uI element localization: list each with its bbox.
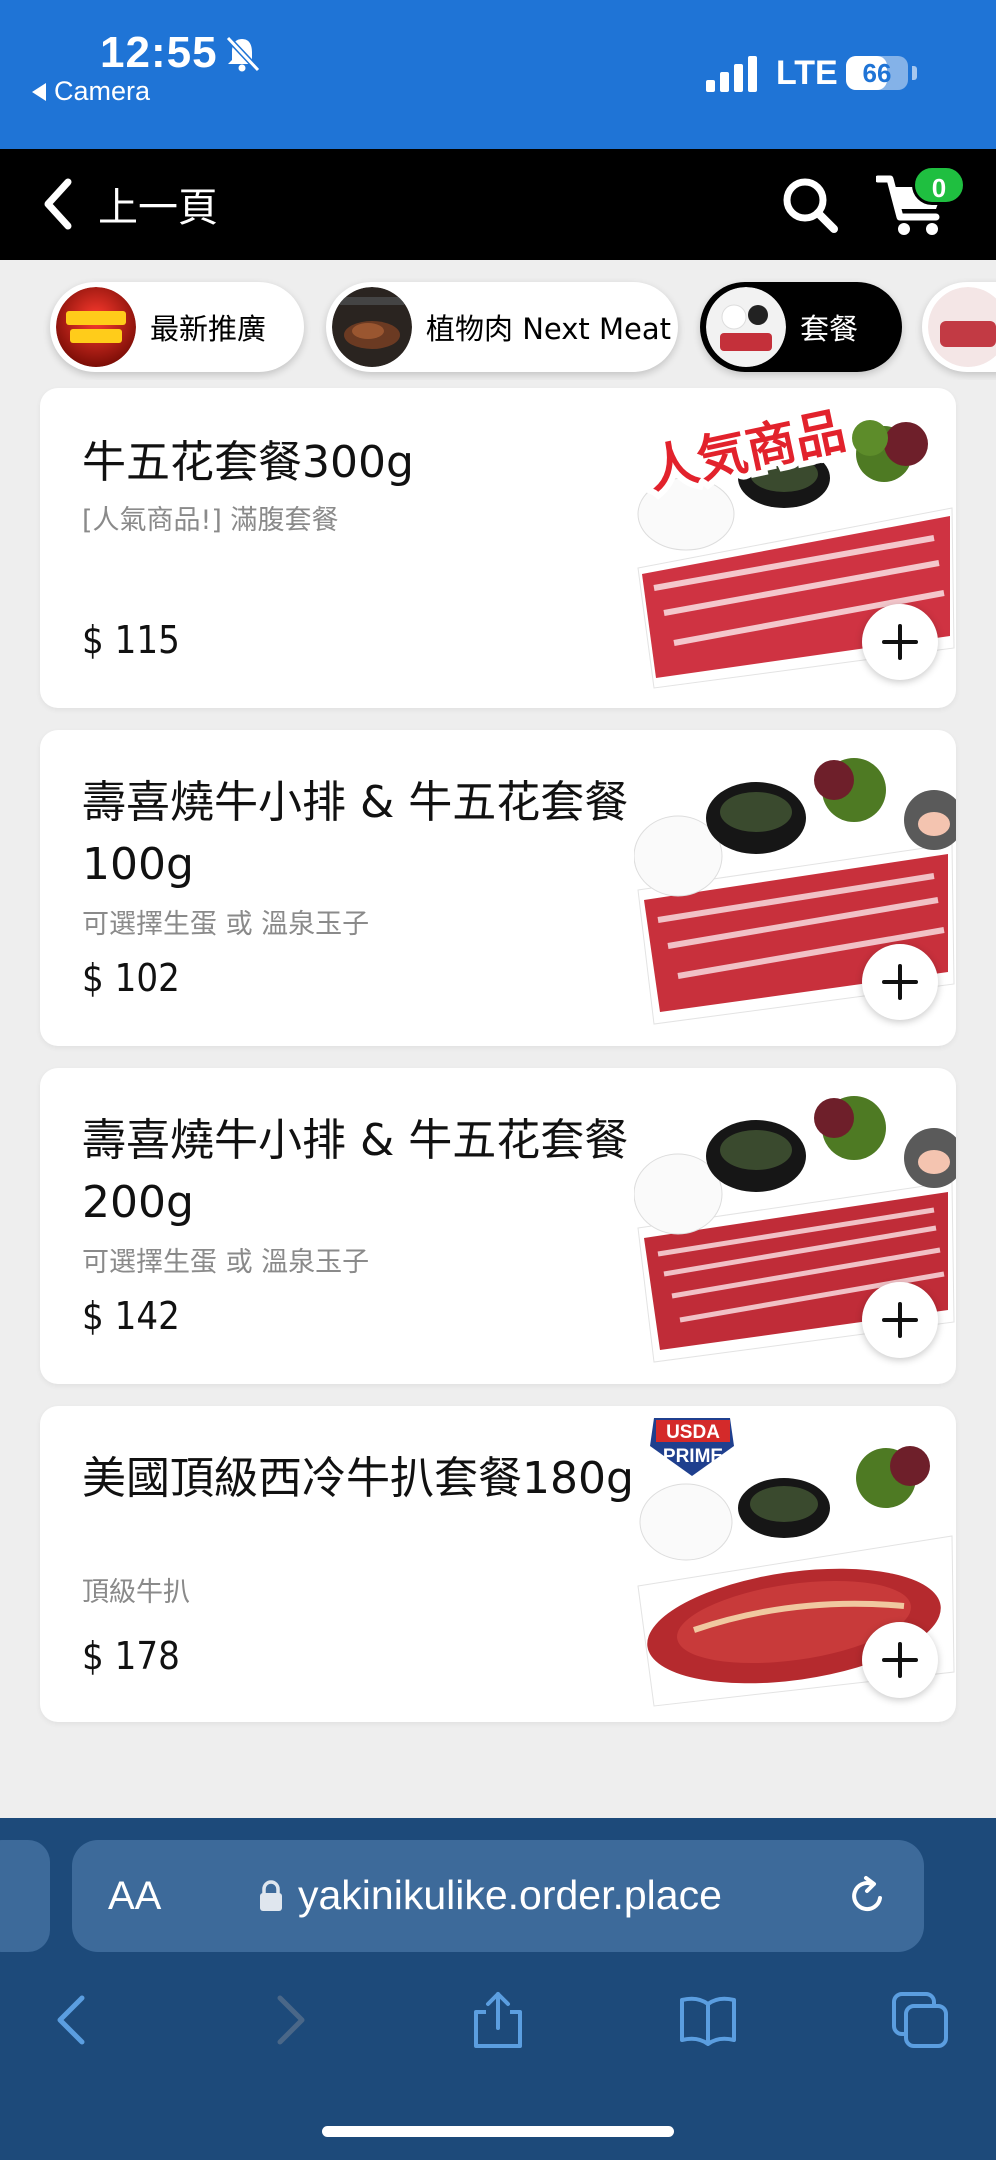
back-button[interactable]: 上一頁 [40, 171, 218, 237]
product-card[interactable]: 壽喜燒牛小排 & 牛五花套餐200g 可選擇生蛋 或 溫泉玉子 $ 142 [40, 1068, 956, 1384]
home-indicator[interactable] [322, 2126, 674, 2137]
search-icon[interactable] [780, 175, 840, 235]
category-label: 套餐 [800, 312, 859, 346]
product-price: $ 178 [82, 1634, 180, 1678]
usda-label: USDA [666, 1422, 720, 1443]
back-label: 上一頁 [98, 185, 218, 231]
product-title: 壽喜燒牛小排 & 牛五花套餐200g [82, 1115, 629, 1228]
add-to-cart-button[interactable] [862, 604, 938, 680]
address-bar[interactable]: AA yakinikulike.order.place [72, 1840, 924, 1952]
product-card[interactable]: 牛五花套餐300g [人氣商品!] 滿腹套餐 $ 115 人気商品 人気商品 [40, 388, 956, 708]
product-description: 可選擇生蛋 或 溫泉玉子 [82, 1247, 370, 1278]
bell-muted-icon [225, 35, 261, 73]
product-title: 牛五花套餐300g [82, 437, 414, 488]
plus-icon [882, 1302, 918, 1338]
plus-icon [882, 964, 918, 1000]
reload-icon[interactable] [846, 1874, 890, 1918]
add-to-cart-button[interactable] [862, 944, 938, 1020]
back-app-label: Camera [54, 76, 151, 106]
previous-tab-pill[interactable] [0, 1840, 50, 1952]
text-size-button[interactable]: AA [108, 1874, 161, 1919]
plus-icon [882, 624, 918, 660]
category-thumb-next-meat [332, 287, 412, 367]
product-description: 頂級牛扒 [82, 1577, 190, 1608]
category-pill-set-meals[interactable]: 套餐 [700, 282, 902, 372]
product-price: $ 115 [82, 618, 180, 662]
add-to-cart-button[interactable] [862, 1622, 938, 1698]
product-card[interactable]: 美國頂級西冷牛扒套餐180g 頂級牛扒 $ 178 USDA PRIME [40, 1406, 956, 1722]
add-to-cart-button[interactable] [862, 1282, 938, 1358]
battery-percent: 66 [862, 58, 892, 88]
product-price: $ 142 [82, 1294, 180, 1338]
category-thumb-set-meals [706, 287, 786, 367]
bookmarks-icon[interactable] [678, 1990, 738, 2050]
category-pill-next-meat[interactable]: 植物肉 Next Meat [326, 282, 678, 372]
share-icon[interactable] [468, 1990, 528, 2050]
plus-icon [882, 1642, 918, 1678]
back-to-app-link[interactable]: Camera [32, 76, 150, 107]
status-time: 12:55 [100, 28, 218, 77]
product-card[interactable]: 壽喜燒牛小排 & 牛五花套餐100g 可選擇生蛋 或 溫泉玉子 $ 102 [40, 730, 956, 1046]
product-title: 壽喜燒牛小排 & 牛五花套餐100g [82, 777, 629, 890]
battery-indicator: 66 [846, 56, 908, 90]
status-bar: 12:55 Camera LTE 66 [0, 0, 996, 149]
back-triangle-icon [32, 82, 46, 101]
category-bar: 最新推廣 植物肉 Next Meat 套餐 [0, 260, 996, 380]
category-label: 植物肉 Next Meat [426, 312, 671, 346]
browser-forward-icon[interactable] [258, 1990, 318, 2050]
prime-label: PRIME [663, 1446, 723, 1467]
browser-toolbar: AA yakinikulike.order.place [0, 1818, 996, 2160]
url-text: yakinikulike.order.place [298, 1872, 722, 1918]
product-price: $ 102 [82, 956, 180, 1000]
tabs-icon[interactable] [890, 1990, 950, 2050]
chevron-left-icon [44, 178, 72, 230]
network-label: LTE [776, 54, 838, 92]
cart-count-badge: 0 [912, 165, 966, 205]
battery-cap [912, 66, 917, 80]
category-thumb-a-la-carte [928, 287, 996, 367]
browser-back-icon[interactable] [44, 1990, 104, 2050]
product-title: 美國頂級西冷牛扒套餐180g [82, 1453, 634, 1504]
lock-icon [260, 1880, 282, 1911]
category-thumb-promotions [56, 287, 136, 367]
category-pill-promotions[interactable]: 最新推廣 [50, 282, 304, 372]
product-description: 可選擇生蛋 或 溫泉玉子 [82, 909, 370, 940]
app-header: 上一頁 0 [0, 149, 996, 260]
category-pill-a-la-carte[interactable] [922, 282, 996, 372]
category-label: 最新推廣 [150, 312, 267, 346]
signal-icon [706, 56, 757, 92]
product-description: [人氣商品!] 滿腹套餐 [82, 505, 339, 536]
